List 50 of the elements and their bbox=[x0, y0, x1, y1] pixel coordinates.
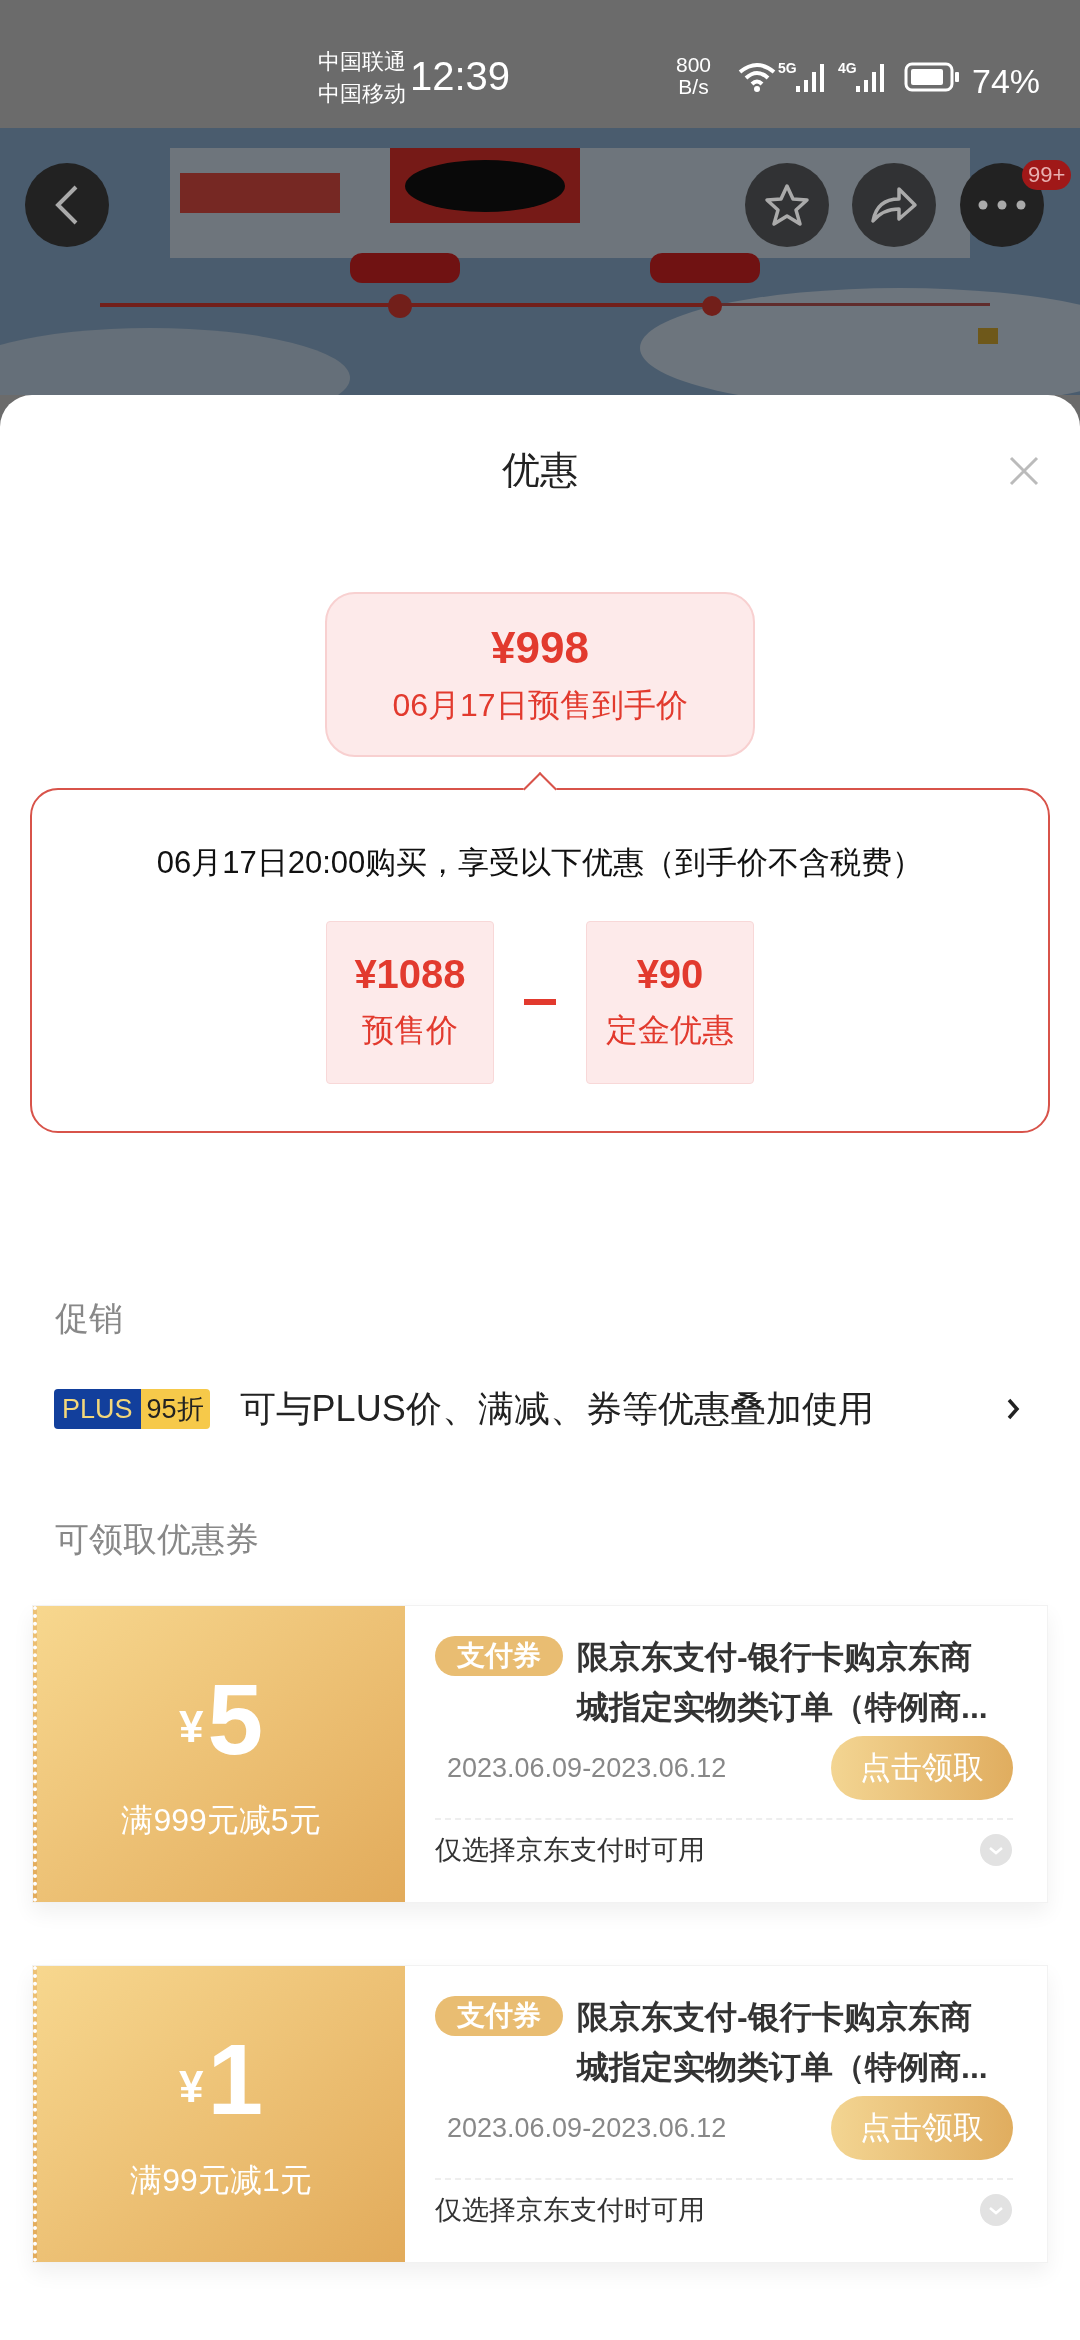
network-type: 4G bbox=[838, 59, 857, 78]
section-heading: 可领取优惠券 bbox=[55, 1519, 260, 1560]
breakdown-note: 06月17日20:00购买，享受以下优惠（到手价不含税费） bbox=[156, 844, 924, 882]
share-icon bbox=[869, 185, 919, 225]
more-icon bbox=[978, 200, 1026, 210]
plus-badge: PLUS bbox=[54, 1389, 141, 1429]
discount-badge: 95折 bbox=[140, 1389, 210, 1429]
coupon-title: 限京东支付-银行卡购京东商城指定实物类订单（特例商... bbox=[577, 1638, 989, 1727]
component-price: ¥90 bbox=[636, 951, 704, 998]
coupon-tag: 支付券 bbox=[435, 1996, 563, 2036]
currency-symbol: ¥ bbox=[178, 2061, 204, 2113]
battery-icon bbox=[904, 62, 960, 92]
network-speed: B/s bbox=[678, 76, 709, 98]
coupon-condition: 满999元减5元 bbox=[121, 1801, 321, 1840]
star-icon bbox=[764, 183, 810, 227]
validity-period: 2023.06.09-2023.06.12 bbox=[447, 2111, 727, 2145]
coupon-note: 仅选择京东支付时可用 bbox=[435, 1834, 705, 1867]
battery-percent: 74% bbox=[972, 61, 1041, 102]
signal-icon bbox=[796, 62, 826, 92]
coupon-amount: 1 bbox=[207, 2024, 264, 2134]
claim-button[interactable]: 点击领取 bbox=[831, 2096, 1013, 2160]
coupon-condition: 满99元减1元 bbox=[130, 2161, 312, 2200]
claim-button[interactable]: 点击领取 bbox=[831, 1736, 1013, 1800]
expand-icon bbox=[979, 1833, 1013, 1868]
section-heading: 促销 bbox=[55, 1298, 124, 1339]
carrier-name: 中国移动 bbox=[318, 80, 406, 108]
component-label: 预售价 bbox=[362, 1011, 458, 1050]
carrier-name: 中国联通 bbox=[318, 48, 406, 76]
wifi-icon bbox=[738, 62, 776, 92]
expand-icon bbox=[979, 2193, 1013, 2228]
currency-symbol: ¥ bbox=[178, 1701, 204, 1753]
component-label: 定金优惠 bbox=[606, 1011, 734, 1050]
network-speed: 800 bbox=[676, 54, 712, 76]
promotion-text: 可与PLUS价、满减、券等优惠叠加使用 bbox=[239, 1387, 874, 1431]
minus-icon bbox=[524, 998, 556, 1006]
coupon-title: 限京东支付-银行卡购京东商城指定实物类订单（特例商... bbox=[577, 1998, 989, 2087]
final-price: ¥998 bbox=[491, 621, 589, 674]
coupon-amount: 5 bbox=[207, 1664, 264, 1774]
signal-icon bbox=[856, 62, 886, 92]
network-type: 5G bbox=[778, 59, 797, 78]
clock-time: 12:39 bbox=[410, 53, 511, 100]
close-icon bbox=[1008, 455, 1040, 487]
final-price-label: 06月17日预售到手价 bbox=[392, 685, 688, 725]
coupon-tag: 支付券 bbox=[435, 1636, 563, 1676]
chevron-right-icon bbox=[1006, 1397, 1020, 1421]
component-price: ¥1088 bbox=[354, 951, 466, 998]
coupon-note: 仅选择京东支付时可用 bbox=[435, 2194, 705, 2227]
promotion-row[interactable]: PLUS 95折 可与PLUS价、满减、券等优惠叠加使用 bbox=[54, 1382, 1020, 1436]
validity-period: 2023.06.09-2023.06.12 bbox=[447, 1751, 727, 1785]
sheet-title: 优惠 bbox=[502, 447, 578, 493]
